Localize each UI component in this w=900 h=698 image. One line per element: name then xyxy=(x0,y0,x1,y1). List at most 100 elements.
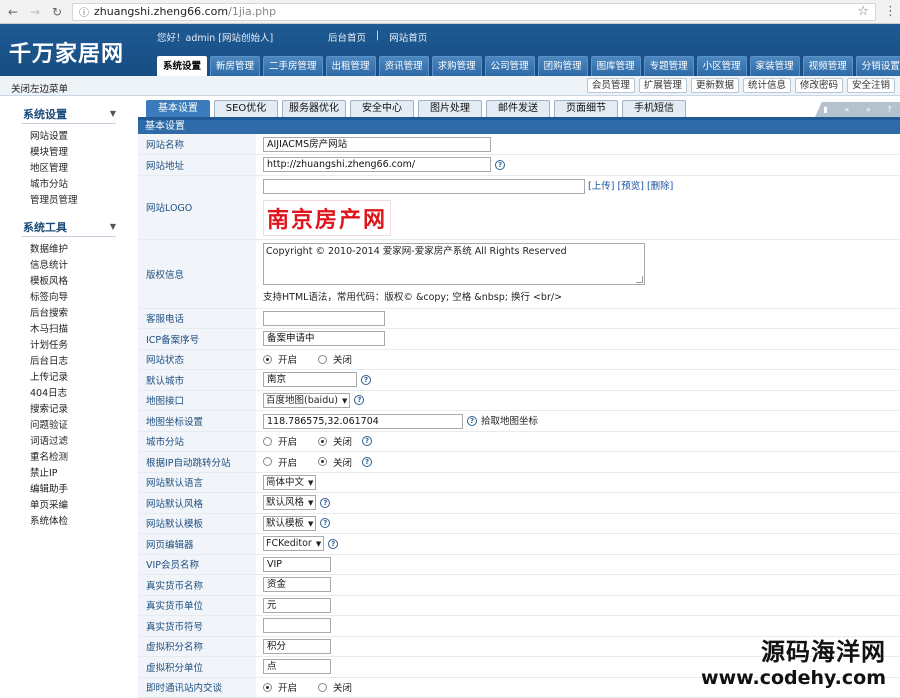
content-tab[interactable]: 图片处理 xyxy=(418,100,482,117)
site-status-off-radio[interactable] xyxy=(318,355,327,364)
template-select[interactable]: 默认模板▼ xyxy=(263,516,316,531)
sidebar-item[interactable]: 模板风格 xyxy=(0,274,138,290)
reload-icon[interactable]: ↻ xyxy=(50,5,64,19)
sidebar-item[interactable]: 数据维护 xyxy=(0,242,138,258)
content-tab[interactable]: 服务器优化 xyxy=(282,100,346,117)
phone-input[interactable] xyxy=(263,311,385,326)
help-icon[interactable]: ? xyxy=(320,518,330,528)
collapse-arrow-icon[interactable]: ▼ xyxy=(110,109,116,118)
back-icon[interactable]: ← xyxy=(6,5,20,19)
quick-action-button[interactable]: 扩展管理 xyxy=(639,78,687,93)
nav-tab[interactable]: 出租管理 xyxy=(326,56,376,76)
scroll-right-icon[interactable]: » xyxy=(866,105,871,114)
quick-action-button[interactable]: 修改密码 xyxy=(795,78,843,93)
pick-coords-link[interactable]: 拾取地图坐标 xyxy=(481,416,538,427)
browser-menu-icon[interactable]: ⋮ xyxy=(884,4,894,19)
forward-icon[interactable]: → xyxy=(28,5,42,19)
city-branch-on-radio[interactable] xyxy=(263,437,272,446)
sidebar-item[interactable]: 系统体检 xyxy=(0,514,138,530)
site-home-link[interactable]: 网站首页 xyxy=(389,30,427,44)
admin-home-link[interactable]: 后台首页 xyxy=(328,30,366,44)
nav-tab[interactable]: 家装管理 xyxy=(750,56,800,76)
nav-tab[interactable]: 资讯管理 xyxy=(379,56,429,76)
nav-tab[interactable]: 图库管理 xyxy=(591,56,641,76)
tab-menu-icon[interactable]: ▮ xyxy=(823,105,827,114)
content-tab[interactable]: 安全中心 xyxy=(350,100,414,117)
sidebar-item[interactable]: 后台搜索 xyxy=(0,306,138,322)
sidebar-item[interactable]: 管理员管理 xyxy=(0,193,138,209)
credit-name-input[interactable]: 积分 xyxy=(263,639,331,654)
currency-symbol-input[interactable] xyxy=(263,618,331,633)
site-logo-input[interactable] xyxy=(263,179,585,194)
bookmark-star-icon[interactable]: ☆ xyxy=(857,4,869,19)
im-chat-on-radio[interactable] xyxy=(263,683,272,692)
currency-unit-input[interactable]: 元 xyxy=(263,598,331,613)
quick-action-button[interactable]: 统计信息 xyxy=(743,78,791,93)
sidebar-item[interactable]: 404日志 xyxy=(0,386,138,402)
nav-tab[interactable]: 系统设置 xyxy=(157,56,207,76)
style-select[interactable]: 默认风格▼ xyxy=(263,495,316,510)
help-icon[interactable]: ? xyxy=(362,436,372,446)
logo-delete-link[interactable]: [删除] xyxy=(647,181,673,192)
logo-upload-link[interactable]: [上传] xyxy=(588,181,614,192)
sidebar-item[interactable]: 信息统计 xyxy=(0,258,138,274)
nav-tab[interactable]: 公司管理 xyxy=(485,56,535,76)
sidebar-item[interactable]: 标签向导 xyxy=(0,290,138,306)
nav-tab[interactable]: 求购管理 xyxy=(432,56,482,76)
city-branch-off-radio[interactable] xyxy=(318,437,327,446)
currency-name-input[interactable]: 资金 xyxy=(263,577,331,592)
content-tab[interactable]: 手机短信 xyxy=(622,100,686,117)
help-icon[interactable]: ? xyxy=(361,375,371,385)
sidebar-item[interactable]: 模块管理 xyxy=(0,145,138,161)
help-icon[interactable]: ? xyxy=(495,160,505,170)
nav-tab[interactable]: 新房管理 xyxy=(210,56,260,76)
sidebar-group-header[interactable]: 系统工具▼ xyxy=(22,219,116,237)
vip-name-input[interactable]: VIP xyxy=(263,557,331,572)
default-city-input[interactable]: 南京 xyxy=(263,372,357,387)
sidebar-item[interactable]: 禁止IP xyxy=(0,466,138,482)
map-api-select[interactable]: 百度地图(baidu)▼ xyxy=(263,393,350,408)
sidebar-item[interactable]: 后台日志 xyxy=(0,354,138,370)
credit-unit-input[interactable]: 点 xyxy=(263,659,331,674)
sidebar-item[interactable]: 搜索记录 xyxy=(0,402,138,418)
collapse-arrow-icon[interactable]: ▼ xyxy=(110,222,116,231)
site-status-on-radio[interactable] xyxy=(263,355,272,364)
nav-tab[interactable]: 分销设置 xyxy=(856,56,900,76)
site-url-input[interactable]: http://zhuangshi.zheng66.com/ xyxy=(263,157,491,172)
sidebar-item[interactable]: 词语过滤 xyxy=(0,434,138,450)
sidebar-item[interactable]: 重名检测 xyxy=(0,450,138,466)
nav-tab[interactable]: 二手房管理 xyxy=(263,56,323,76)
sidebar-item[interactable]: 计划任务 xyxy=(0,338,138,354)
icp-input[interactable]: 备案申请中 xyxy=(263,331,385,346)
address-bar[interactable]: ⓘ zhuangshi.zheng66.com/1jia.php ☆ xyxy=(72,3,876,21)
quick-action-button[interactable]: 更新数据 xyxy=(691,78,739,93)
help-icon[interactable]: ? xyxy=(328,539,338,549)
sidebar-item[interactable]: 问题验证 xyxy=(0,418,138,434)
content-tab[interactable]: 页面细节 xyxy=(554,100,618,117)
help-icon[interactable]: ? xyxy=(887,105,891,114)
logo-preview-link[interactable]: [预览] xyxy=(617,181,643,192)
ip-redirect-on-radio[interactable] xyxy=(263,457,272,466)
sidebar-item[interactable]: 编辑助手 xyxy=(0,482,138,498)
copyright-textarea[interactable]: Copyright © 2010-2014 爱家网-爱家房产系统 All Rig… xyxy=(263,243,645,285)
sidebar-item[interactable]: 上传记录 xyxy=(0,370,138,386)
content-tab[interactable]: SEO优化 xyxy=(214,100,278,117)
sidebar-item[interactable]: 地区管理 xyxy=(0,161,138,177)
sidebar-group-header[interactable]: 系统设置▼ xyxy=(22,106,116,124)
help-icon[interactable]: ? xyxy=(467,416,477,426)
nav-tab[interactable]: 团购管理 xyxy=(538,56,588,76)
help-icon[interactable]: ? xyxy=(362,457,372,467)
nav-tab[interactable]: 专题管理 xyxy=(644,56,694,76)
quick-action-button[interactable]: 会员管理 xyxy=(587,78,635,93)
nav-tab[interactable]: 小区管理 xyxy=(697,56,747,76)
nav-tab[interactable]: 视频管理 xyxy=(803,56,853,76)
sidebar-item[interactable]: 单页采编 xyxy=(0,498,138,514)
help-icon[interactable]: ? xyxy=(320,498,330,508)
close-left-menu-link[interactable]: 关闭左边菜单 xyxy=(11,81,68,95)
editor-select[interactable]: FCKeditor▼ xyxy=(263,536,324,551)
map-coords-input[interactable]: 118.786575,32.061704 xyxy=(263,414,463,429)
content-tab[interactable]: 邮件发送 xyxy=(486,100,550,117)
sidebar-item[interactable]: 网站设置 xyxy=(0,129,138,145)
im-chat-off-radio[interactable] xyxy=(318,683,327,692)
help-icon[interactable]: ? xyxy=(354,395,364,405)
